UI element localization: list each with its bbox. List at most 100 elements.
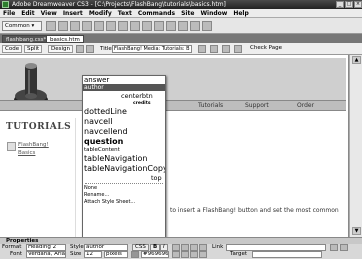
window-title: Adobe Dreamweaver CS3 - [C:\Projects\Fla… [12, 1, 226, 8]
browse-folder-icon[interactable] [340, 244, 348, 251]
target-select[interactable] [252, 251, 322, 258]
preview-browser-icon[interactable] [198, 45, 206, 53]
table-icon[interactable] [82, 21, 92, 31]
size-unit-select[interactable]: pixels [104, 251, 128, 258]
media-icon[interactable] [118, 21, 128, 31]
tab-flashbang-css[interactable]: flashbang.css* [2, 35, 51, 43]
css-button[interactable]: CSS [132, 244, 149, 251]
text-color-input[interactable]: #969696 [141, 251, 169, 258]
format-select[interactable]: Heading 2 [26, 244, 66, 251]
menu-modify[interactable]: Modify [86, 9, 115, 18]
indent-icon[interactable] [199, 251, 207, 258]
style-option-answer[interactable]: answer [83, 76, 165, 84]
check-page-button[interactable]: Check Page [248, 45, 284, 53]
italic-button[interactable]: I [160, 244, 168, 251]
menu-bar: File Edit View Insert Modify Text Commands Site… [0, 9, 362, 18]
style-option-navcell[interactable]: navcell [83, 117, 165, 127]
style-option-tablenavigationcopy[interactable]: tableNavigationCopy [83, 164, 165, 174]
server-side-include-icon[interactable] [142, 21, 152, 31]
align-left-icon[interactable] [172, 244, 180, 251]
page-body-text: to insert a FlashBang! button and set th… [170, 207, 339, 214]
hyperlink-icon[interactable] [46, 21, 56, 31]
style-option-top[interactable]: top [83, 174, 165, 182]
sidebar-link-basics[interactable]: Basics [18, 150, 35, 156]
style-option-tablenavigation[interactable]: tableNavigation [83, 154, 165, 164]
scroll-up-icon[interactable]: ▲ [352, 56, 361, 64]
nav-support-link[interactable]: Support [245, 101, 269, 111]
minimize-button[interactable]: _ [336, 1, 344, 8]
script-icon[interactable] [178, 21, 188, 31]
visual-aids-icon[interactable] [234, 45, 242, 53]
file-management-icon[interactable] [86, 45, 94, 53]
head-tags-icon[interactable] [166, 21, 176, 31]
date-icon[interactable] [130, 21, 140, 31]
refresh-icon[interactable] [210, 45, 218, 53]
tab-basics-htm[interactable]: basics.htm [46, 35, 84, 43]
comment-icon[interactable] [154, 21, 164, 31]
style-option-navcellend[interactable]: navcellend [83, 127, 165, 137]
scroll-down-icon[interactable]: ▼ [352, 227, 361, 235]
maximize-button[interactable]: □ [345, 1, 353, 8]
page-title-input[interactable]: FlashBang! Media: Tutorials: B [112, 45, 192, 53]
nav-order-link[interactable]: Order [297, 101, 314, 111]
vertical-scrollbar[interactable]: ▲ ▼ [349, 55, 362, 237]
unordered-list-icon[interactable] [172, 251, 180, 258]
design-view-button[interactable]: Design [48, 45, 73, 53]
align-center-icon[interactable] [181, 244, 189, 251]
menu-text[interactable]: Text [115, 9, 135, 18]
menu-help[interactable]: Help [230, 9, 251, 18]
window-title-bar: Adobe Dreamweaver CS3 - [C:\Projects\Fla… [0, 0, 362, 9]
style-option-rename[interactable]: Rename... [83, 192, 165, 199]
align-right-icon[interactable] [190, 244, 198, 251]
menu-insert[interactable]: Insert [60, 9, 86, 18]
style-select[interactable]: author [84, 244, 128, 251]
close-button[interactable]: × [354, 1, 362, 8]
view-options-icon[interactable] [222, 45, 230, 53]
insert-category-select[interactable]: Common ▾ [2, 21, 42, 31]
link-label: Link [212, 244, 224, 250]
font-select[interactable]: Verdana, Arial [26, 251, 66, 258]
tag-chooser-icon[interactable] [202, 21, 212, 31]
bold-button[interactable]: B [150, 244, 161, 251]
document-tabs: flashbang.css* basics.htm [0, 34, 362, 43]
layer-icon[interactable] [94, 21, 104, 31]
image-icon[interactable] [106, 21, 116, 31]
menu-site[interactable]: Site [178, 9, 197, 18]
properties-panel: Properties Format Heading 2 Style author… [0, 237, 362, 259]
style-option-author[interactable]: author [83, 84, 165, 91]
style-option-dottedline[interactable]: dottedLine [83, 107, 165, 117]
justify-icon[interactable] [199, 244, 207, 251]
style-option-centerbtn[interactable]: centerbtn [83, 92, 165, 100]
text-color-swatch[interactable] [131, 251, 139, 258]
nav-tutorials-link[interactable]: Tutorials [198, 101, 223, 111]
size-select[interactable]: 12 [84, 251, 102, 258]
sidebar-link-flashbang[interactable]: FlashBang! [18, 142, 49, 148]
menu-edit[interactable]: Edit [18, 9, 37, 18]
sidebar-heading: TUTORIALS [6, 122, 72, 132]
style-option-question[interactable]: question [83, 137, 165, 147]
split-view-button[interactable]: Split [24, 45, 43, 53]
menu-window[interactable]: Window [197, 9, 230, 18]
style-option-none[interactable]: None [83, 185, 165, 192]
insert-bar: Common ▾ [0, 18, 362, 34]
email-link-icon[interactable] [58, 21, 68, 31]
dreamweaver-logo-icon [2, 1, 9, 8]
code-view-button[interactable]: Code [2, 45, 23, 53]
target-label: Target [230, 251, 248, 257]
menu-view[interactable]: View [38, 9, 60, 18]
named-anchor-icon[interactable] [70, 21, 80, 31]
link-input[interactable] [226, 244, 326, 251]
point-to-file-icon[interactable] [330, 244, 338, 251]
templates-icon[interactable] [190, 21, 200, 31]
menu-file[interactable]: File [0, 9, 18, 18]
live-view-icon[interactable] [76, 45, 84, 53]
page-banner [0, 58, 346, 100]
flashbang-icon [7, 142, 16, 151]
style-option-attach-style-sheet[interactable]: Attach Style Sheet... [83, 199, 165, 206]
ordered-list-icon[interactable] [181, 251, 189, 258]
menu-commands[interactable]: Commands [135, 9, 178, 18]
style-option-tablecontent[interactable]: tableContent [83, 147, 165, 154]
page-nav-bar: Tutorials Support Order [0, 100, 346, 111]
document-toolbar: Code Split Design Title: FlashBang! Medi… [0, 43, 362, 55]
outdent-icon[interactable] [190, 251, 198, 258]
